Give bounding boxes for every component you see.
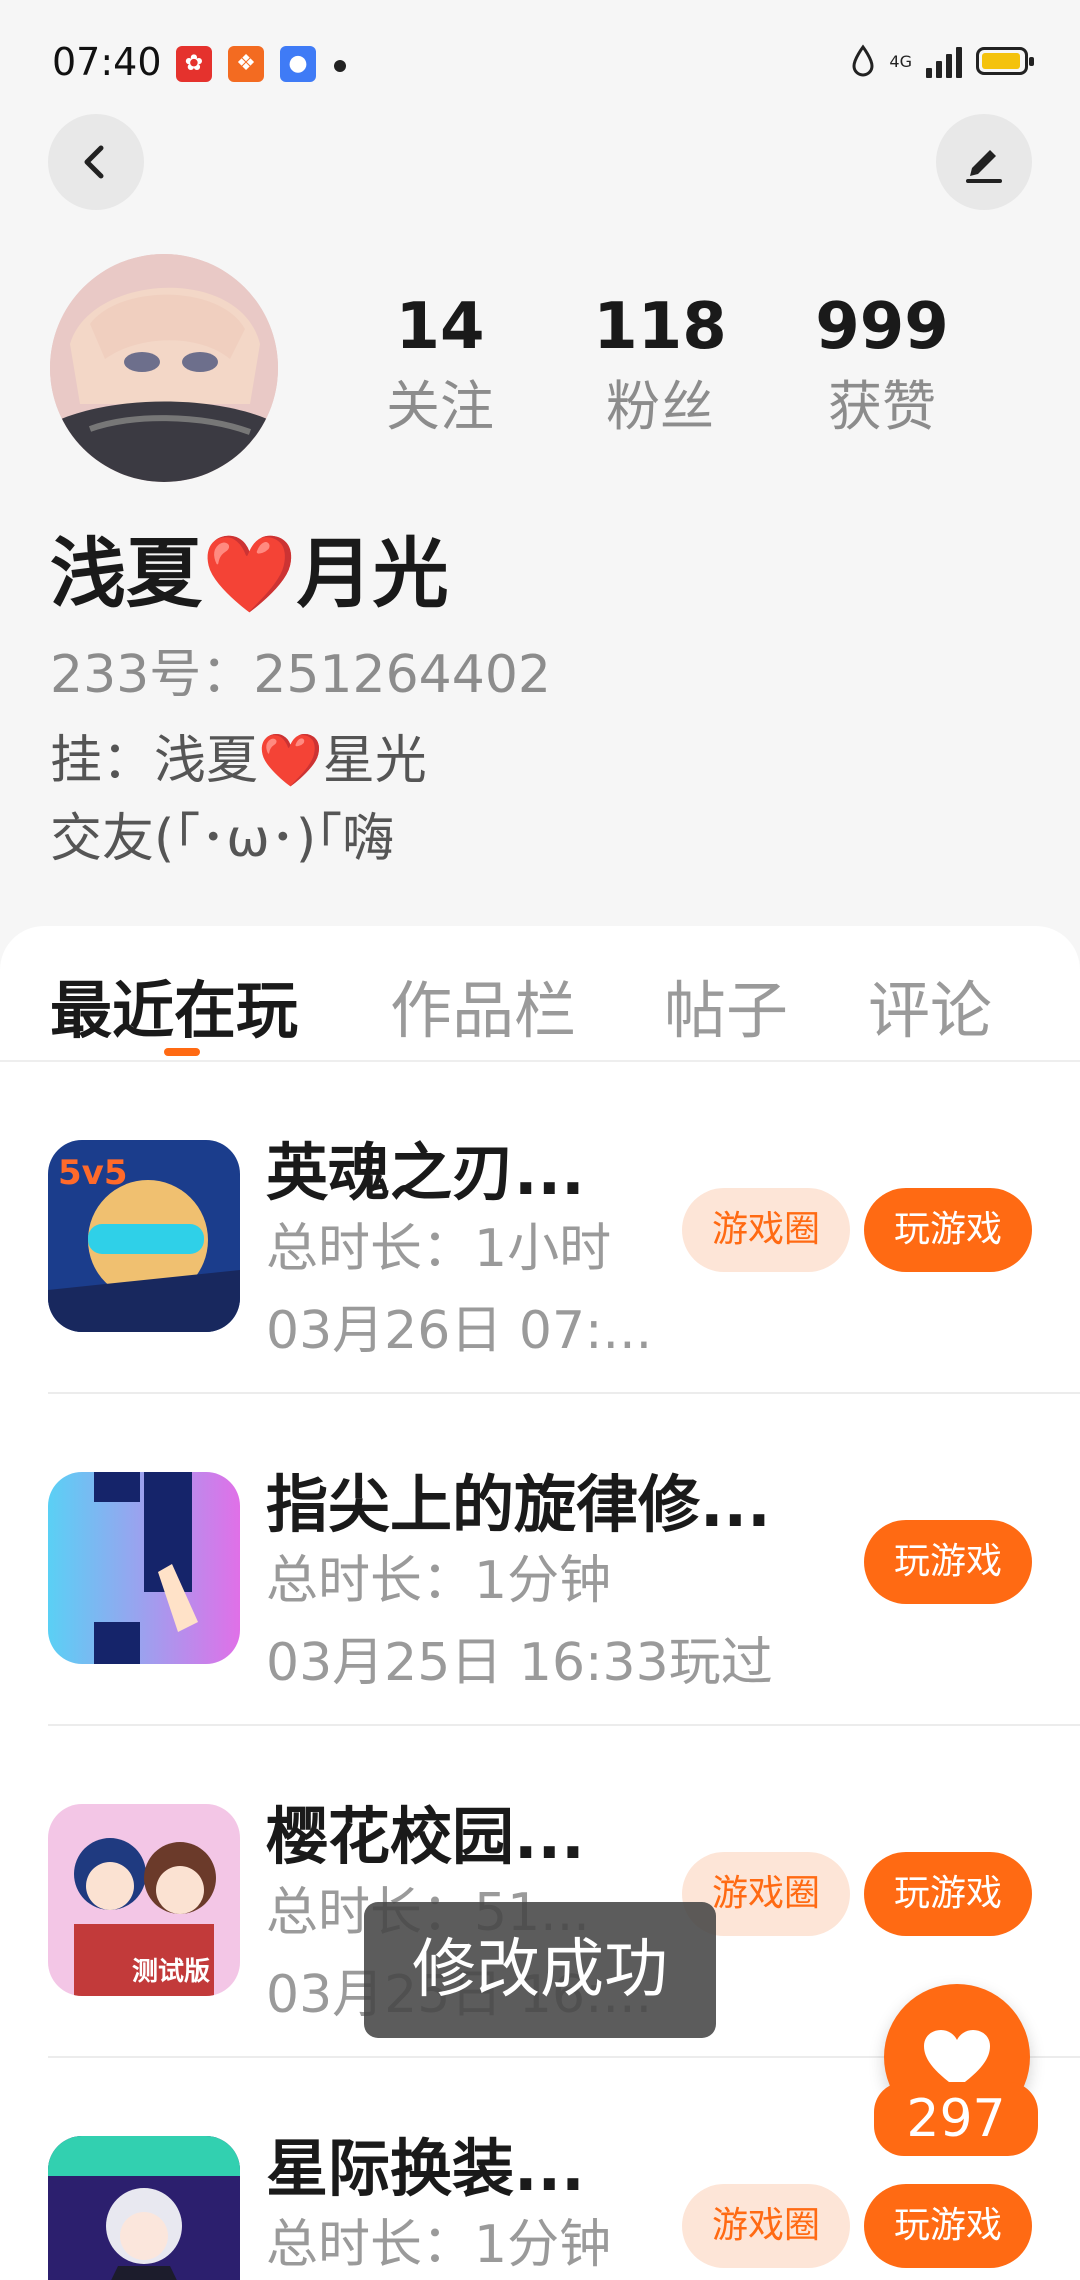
stat-label: 关注 (386, 375, 494, 438)
battery-icon (976, 47, 1034, 75)
tab-recent-play[interactable]: 最近在玩 (50, 960, 298, 1050)
game-circle-button[interactable]: 游戏圈 (682, 2184, 850, 2268)
game-name: 英魂之刃... (266, 1136, 585, 1209)
stat-followers[interactable]: 118 粉丝 (570, 292, 750, 452)
play-game-button[interactable]: 玩游戏 (864, 1188, 1032, 1272)
game-name: 指尖上的旋律修... (266, 1468, 771, 1541)
notification-dot-icon (334, 60, 346, 72)
pencil-icon (966, 150, 1002, 183)
play-game-button[interactable]: 玩游戏 (864, 1852, 1032, 1936)
game-name: 星际换装... (266, 2132, 585, 2205)
game-duration: 总时长：1分钟 (266, 1551, 612, 1611)
game-icon: 5v5 (48, 1140, 240, 1332)
tab-comments[interactable]: 评论 (868, 960, 992, 1050)
game-circle-button[interactable]: 游戏圈 (682, 1188, 850, 1272)
stat-likes[interactable]: 999 获赞 (792, 292, 972, 452)
stat-label: 获赞 (828, 375, 936, 438)
game-last-played: 03月25日 16:33玩过 (266, 1633, 773, 1693)
data-saver-icon (852, 44, 874, 77)
edit-profile-button[interactable] (936, 114, 1032, 210)
game-duration: 总时长：1小时 (266, 1219, 612, 1279)
stat-following[interactable]: 14 关注 (350, 292, 530, 452)
status-right: 4G (851, 44, 1034, 78)
like-count: 297 (874, 2082, 1038, 2156)
avatar-image (50, 254, 278, 482)
game-name: 樱花校园... (266, 1800, 585, 1873)
bio: 挂：浅夏❤️星光 交友(｢･ω･)｢嗨 (50, 731, 427, 869)
status-bar: 07:40 ✿ ❖ ● 4G (0, 0, 1080, 130)
list-item[interactable]: 指尖上的旋律修... 总时长：1分钟 03月25日 16:33玩过 玩游戏 (0, 1394, 1080, 1726)
tab-indicator (164, 1048, 200, 1056)
game-icon: 测试版 (48, 1804, 240, 1996)
game-icon (48, 2136, 240, 2280)
user-id: 233号：251264402 (50, 645, 552, 705)
svg-text:测试版: 测试版 (132, 1957, 210, 1987)
game-icon (48, 1472, 240, 1664)
back-button[interactable] (48, 114, 144, 210)
play-game-button[interactable]: 玩游戏 (864, 2184, 1032, 2268)
stat-value: 999 (815, 290, 949, 364)
stat-label: 粉丝 (606, 375, 714, 438)
game-duration: 总时长：1分钟 (266, 2215, 612, 2275)
tab-works[interactable]: 作品栏 (390, 960, 576, 1050)
game-last-played: 03月26日 07:... (266, 1301, 653, 1361)
play-game-button[interactable]: 玩游戏 (864, 1520, 1032, 1604)
status-time: 07:40 (52, 40, 162, 84)
svg-text:5v5: 5v5 (58, 1153, 127, 1193)
network-label: 4G (889, 51, 912, 71)
list-item[interactable]: 5v5 英魂之刃... 总时长：1小时 03月26日 07:... 游戏圈 玩游… (0, 1062, 1080, 1394)
avatar[interactable] (50, 254, 278, 482)
tab-bar: 最近在玩 作品栏 帖子 评论 (0, 926, 1080, 1062)
app-icon-blue: ● (280, 46, 316, 82)
chevron-left-icon (84, 145, 104, 179)
nickname: 浅夏❤️月光 (50, 529, 449, 618)
app-icon-red: ✿ (176, 46, 212, 82)
app-icon-orange: ❖ (228, 46, 264, 82)
stat-value: 118 (593, 290, 727, 364)
toast-message: 修改成功 (364, 1902, 716, 2038)
tab-posts[interactable]: 帖子 (664, 960, 788, 1050)
signal-icon (926, 44, 962, 78)
stat-value: 14 (395, 290, 485, 364)
